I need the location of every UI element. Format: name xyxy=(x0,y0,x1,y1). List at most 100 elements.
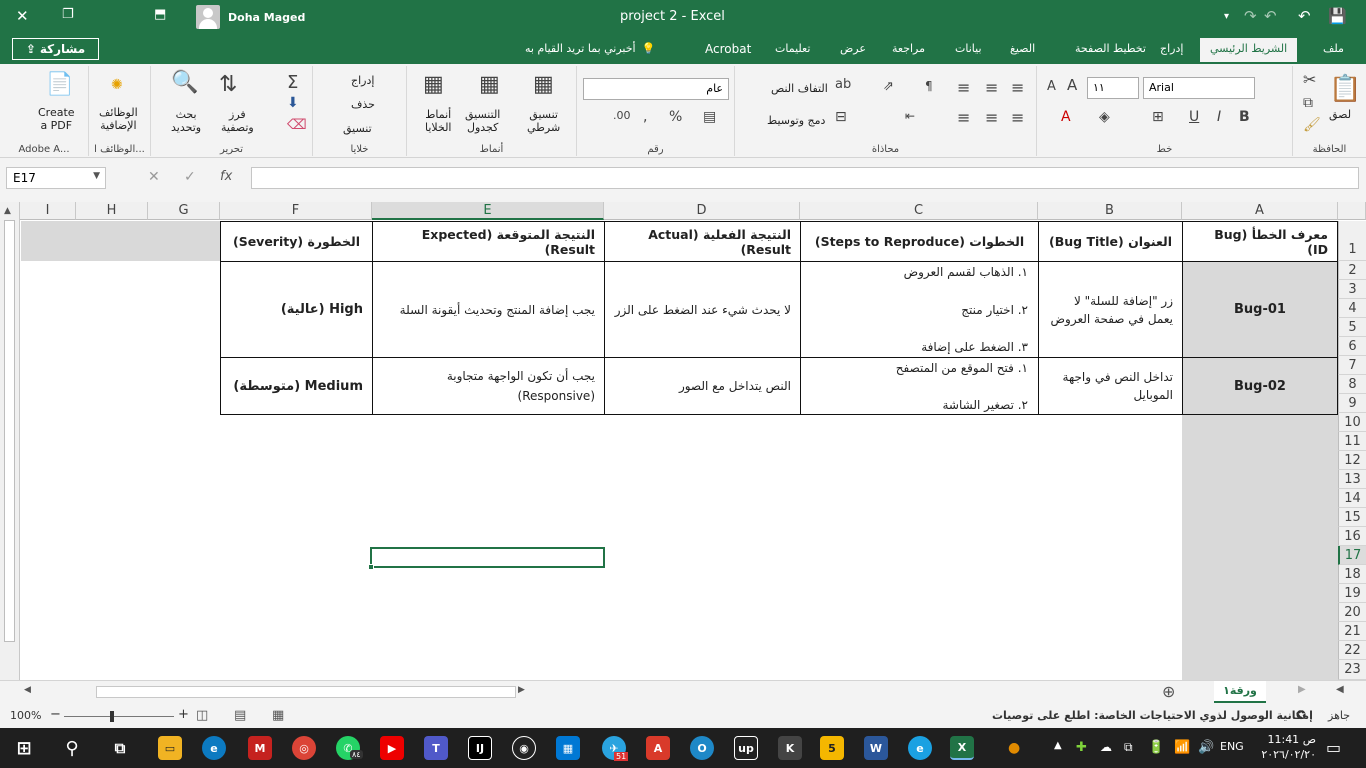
taskbar-acrobat-icon[interactable]: A xyxy=(646,736,670,760)
sort-filter-button[interactable]: فرز وتصفية xyxy=(221,108,254,134)
font-size-select[interactable]: ١١ xyxy=(1087,77,1139,99)
taskbar-app5-icon[interactable]: 5 xyxy=(820,736,844,760)
header-expected-result[interactable]: النتيجة المتوقعة (Expected Result) xyxy=(372,221,605,262)
row-header-23[interactable]: 23 xyxy=(1338,660,1366,680)
tab-page-layout[interactable]: تخطيط الصفحة xyxy=(1075,42,1146,55)
taskbar-app-o-icon[interactable]: O xyxy=(690,736,714,760)
scroll-left-icon[interactable]: ◀ xyxy=(24,685,31,695)
row-header-18[interactable]: 18 xyxy=(1338,565,1366,584)
onedrive-icon[interactable]: ☁ xyxy=(1100,740,1112,754)
taskbar-k-icon[interactable]: K xyxy=(778,736,802,760)
align-left-icon[interactable]: ≡ xyxy=(957,110,970,126)
find-select-button[interactable]: بحث وتحديد xyxy=(171,108,201,134)
tray-alert-icon[interactable]: ● xyxy=(1008,740,1020,756)
row-header-3[interactable]: 3 xyxy=(1338,280,1366,299)
row-header-15[interactable]: 15 xyxy=(1338,508,1366,527)
header-bug-id[interactable]: معرف الخطأ (Bug ID) xyxy=(1182,221,1338,262)
fill-handle[interactable] xyxy=(368,564,374,570)
row-header-9[interactable]: 9 xyxy=(1338,394,1366,413)
column-header-e[interactable]: E xyxy=(372,202,604,220)
merge-center-button[interactable]: دمج وتوسيط xyxy=(767,114,825,127)
cell-styles-button[interactable]: أنماط الخلايا xyxy=(425,108,452,134)
redo-icon[interactable]: ↷ xyxy=(1244,7,1257,25)
name-box[interactable]: E17 ▼ xyxy=(6,167,106,189)
addins-icon[interactable]: ✺ xyxy=(111,78,123,92)
notifications-icon[interactable]: ▭ xyxy=(1326,738,1341,757)
page-layout-view-icon[interactable]: ▤ xyxy=(234,708,246,723)
cell-bug-02-actual[interactable]: النص يتداخل مع الصور xyxy=(604,357,801,415)
row-header-4[interactable]: 4 xyxy=(1338,299,1366,318)
cell-bug-02-severity[interactable]: Medium (متوسطة) xyxy=(220,357,373,415)
taskbar-youtube-icon[interactable]: ▶ xyxy=(380,736,404,760)
taskbar-upwork-icon[interactable]: up xyxy=(734,736,758,760)
zoom-level[interactable]: 100% xyxy=(10,709,41,722)
tell-me-search[interactable]: أخبرني بما تريد القيام به 💡 xyxy=(525,42,655,55)
taskbar-word-icon[interactable]: W xyxy=(864,736,888,760)
tab-acrobat[interactable]: Acrobat xyxy=(705,42,751,56)
tab-data[interactable]: بيانات xyxy=(955,42,982,55)
zoom-out-icon[interactable]: − xyxy=(50,707,61,722)
save-icon[interactable]: 💾 xyxy=(1328,7,1347,25)
column-header-c[interactable]: C xyxy=(800,202,1038,220)
row-header-7[interactable]: 7 xyxy=(1338,356,1366,375)
align-bottom-icon[interactable]: ≡ xyxy=(1011,80,1024,96)
taskbar-edge-icon[interactable]: e xyxy=(908,736,932,760)
fill-color-icon[interactable]: ◈ xyxy=(1099,110,1110,124)
ribbon-display-icon[interactable]: ⬒ xyxy=(154,7,166,22)
column-header-b[interactable]: B xyxy=(1038,202,1182,220)
header-severity[interactable]: الخطورة (Severity) xyxy=(220,221,373,262)
vertical-scrollbar[interactable]: ▲ xyxy=(0,202,20,680)
number-format-select[interactable]: عام xyxy=(583,78,729,100)
align-middle-icon[interactable]: ≡ xyxy=(985,80,998,96)
formula-input[interactable] xyxy=(251,167,1359,189)
zoom-slider-thumb[interactable] xyxy=(110,711,114,722)
cell-bug-02-steps[interactable]: ١. فتح الموقع من المتصفح ٢. تصغير الشاشة xyxy=(800,357,1039,415)
row-header-8[interactable]: 8 xyxy=(1338,375,1366,394)
copy-icon[interactable]: ⧉ xyxy=(1303,96,1313,110)
row-header-17[interactable]: 17 xyxy=(1338,546,1366,565)
tab-file[interactable]: ملف xyxy=(1323,42,1344,55)
row-header-16[interactable]: 16 xyxy=(1338,527,1366,546)
share-button[interactable]: ⇪ مشاركة xyxy=(12,38,99,60)
fill-icon[interactable]: ⬇ xyxy=(287,96,299,110)
undo-icon[interactable]: ↶ xyxy=(1264,7,1277,25)
select-all-corner[interactable] xyxy=(1338,202,1366,220)
header-steps[interactable]: الخطوات (Steps to Reproduce) xyxy=(800,221,1039,262)
row-header-1[interactable]: 1 xyxy=(1338,221,1366,261)
row-header-12[interactable]: 12 xyxy=(1338,451,1366,470)
taskbar-store-icon[interactable]: ▦ xyxy=(556,736,580,760)
worksheet-grid[interactable]: A B C D E F G H I ▲ 1 2 3 4 5 6 7 8 9 10… xyxy=(0,202,1366,680)
column-header-a[interactable]: A xyxy=(1182,202,1338,220)
page-break-view-icon[interactable]: ◫ xyxy=(196,708,208,723)
row-header-13[interactable]: 13 xyxy=(1338,470,1366,489)
battery-icon[interactable]: 🔋 xyxy=(1148,740,1164,755)
column-header-d[interactable]: D xyxy=(604,202,800,220)
row-header-22[interactable]: 22 xyxy=(1338,641,1366,660)
align-center-icon[interactable]: ≡ xyxy=(985,110,998,126)
paste-button[interactable]: لصق xyxy=(1329,108,1351,121)
borders-icon[interactable]: ⊞ xyxy=(1152,110,1164,124)
show-hidden-icons[interactable]: ▲ xyxy=(1054,740,1062,751)
taskbar-edge-browser-icon[interactable]: e xyxy=(202,736,226,760)
add-sheet-icon[interactable]: ⊕ xyxy=(1162,682,1175,701)
row-header-19[interactable]: 19 xyxy=(1338,584,1366,603)
comma-icon[interactable]: , xyxy=(643,110,647,124)
cell-bug-01-id[interactable]: Bug-01 xyxy=(1182,261,1338,358)
insert-cells-button[interactable]: إدراج xyxy=(351,74,374,87)
decrease-font-icon[interactable]: A xyxy=(1047,80,1056,93)
cell-bug-02-expected[interactable]: يجب أن تكون الواجهة متجاوبة (Responsive) xyxy=(372,357,605,415)
tray-plus-icon[interactable]: ✚ xyxy=(1076,740,1087,755)
autosum-icon[interactable]: Σ xyxy=(287,74,298,92)
tab-review[interactable]: مراجعة xyxy=(892,42,925,55)
font-color-icon[interactable]: A xyxy=(1061,110,1071,124)
row-header-5[interactable]: 5 xyxy=(1338,318,1366,337)
row-header-10[interactable]: 10 xyxy=(1338,413,1366,432)
row-header-14[interactable]: 14 xyxy=(1338,489,1366,508)
align-right-icon[interactable]: ≡ xyxy=(1011,110,1024,126)
wrap-text-button[interactable]: التفاف النص xyxy=(771,82,828,95)
format-table-icon[interactable]: ▦ xyxy=(479,74,500,96)
percent-icon[interactable]: % xyxy=(669,110,682,124)
delete-cells-button[interactable]: حذف xyxy=(351,98,375,111)
bold-icon[interactable]: B xyxy=(1239,110,1250,124)
taskbar-teams-icon[interactable]: T xyxy=(424,736,448,760)
